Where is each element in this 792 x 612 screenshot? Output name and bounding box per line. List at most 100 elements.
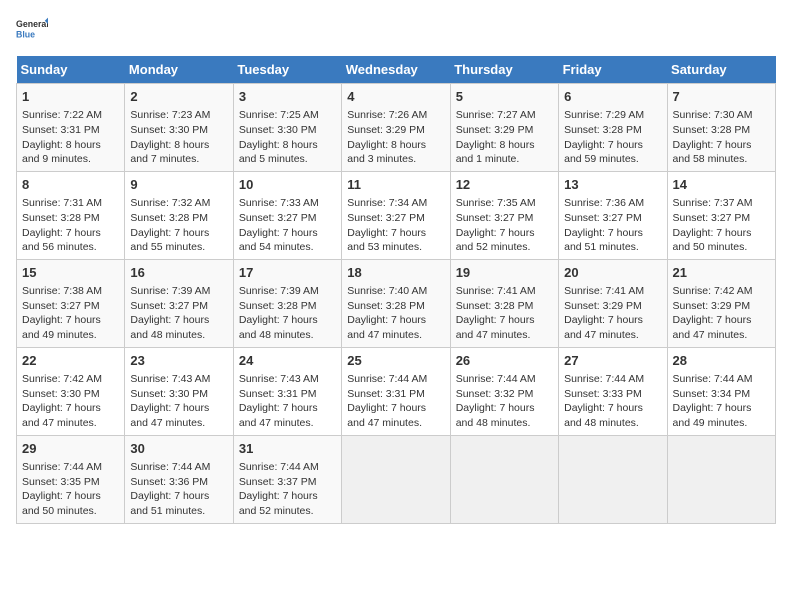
col-header-thursday: Thursday: [450, 56, 558, 84]
day-number: 7: [673, 88, 770, 106]
day-info: Sunrise: 7:37 AM Sunset: 3:27 PM Dayligh…: [673, 196, 770, 255]
day-info: Sunrise: 7:41 AM Sunset: 3:29 PM Dayligh…: [564, 284, 661, 343]
day-info: Sunrise: 7:38 AM Sunset: 3:27 PM Dayligh…: [22, 284, 119, 343]
day-number: 15: [22, 264, 119, 282]
calendar-cell: 18 Sunrise: 7:40 AM Sunset: 3:28 PM Dayli…: [342, 259, 450, 347]
day-info: Sunrise: 7:43 AM Sunset: 3:30 PM Dayligh…: [130, 372, 227, 431]
logo-icon: General Blue: [16, 16, 48, 48]
day-info: Sunrise: 7:42 AM Sunset: 3:29 PM Dayligh…: [673, 284, 770, 343]
day-info: Sunrise: 7:29 AM Sunset: 3:28 PM Dayligh…: [564, 108, 661, 167]
day-number: 31: [239, 440, 336, 458]
calendar-cell: 15 Sunrise: 7:38 AM Sunset: 3:27 PM Dayli…: [17, 259, 125, 347]
calendar-table: SundayMondayTuesdayWednesdayThursdayFrid…: [16, 56, 776, 524]
calendar-cell: 20 Sunrise: 7:41 AM Sunset: 3:29 PM Dayli…: [559, 259, 667, 347]
day-info: Sunrise: 7:44 AM Sunset: 3:32 PM Dayligh…: [456, 372, 553, 431]
day-info: Sunrise: 7:44 AM Sunset: 3:37 PM Dayligh…: [239, 460, 336, 519]
day-number: 14: [673, 176, 770, 194]
week-row-3: 15 Sunrise: 7:38 AM Sunset: 3:27 PM Dayli…: [17, 259, 776, 347]
logo: General Blue: [16, 16, 48, 48]
week-row-4: 22 Sunrise: 7:42 AM Sunset: 3:30 PM Dayli…: [17, 347, 776, 435]
day-number: 26: [456, 352, 553, 370]
col-header-sunday: Sunday: [17, 56, 125, 84]
day-info: Sunrise: 7:42 AM Sunset: 3:30 PM Dayligh…: [22, 372, 119, 431]
day-number: 6: [564, 88, 661, 106]
calendar-cell: 30 Sunrise: 7:44 AM Sunset: 3:36 PM Dayli…: [125, 435, 233, 523]
calendar-cell: 27 Sunrise: 7:44 AM Sunset: 3:33 PM Dayli…: [559, 347, 667, 435]
day-number: 5: [456, 88, 553, 106]
day-info: Sunrise: 7:44 AM Sunset: 3:36 PM Dayligh…: [130, 460, 227, 519]
day-info: Sunrise: 7:33 AM Sunset: 3:27 PM Dayligh…: [239, 196, 336, 255]
day-info: Sunrise: 7:39 AM Sunset: 3:27 PM Dayligh…: [130, 284, 227, 343]
day-info: Sunrise: 7:36 AM Sunset: 3:27 PM Dayligh…: [564, 196, 661, 255]
calendar-cell: 6 Sunrise: 7:29 AM Sunset: 3:28 PM Daylig…: [559, 84, 667, 172]
day-number: 2: [130, 88, 227, 106]
day-number: 24: [239, 352, 336, 370]
week-row-1: 1Sunrise: 7:22 AM Sunset: 3:31 PM Daylig…: [17, 84, 776, 172]
calendar-cell: 11 Sunrise: 7:34 AM Sunset: 3:27 PM Dayli…: [342, 171, 450, 259]
calendar-cell: [667, 435, 775, 523]
day-info: Sunrise: 7:44 AM Sunset: 3:31 PM Dayligh…: [347, 372, 444, 431]
day-number: 25: [347, 352, 444, 370]
calendar-cell: 26 Sunrise: 7:44 AM Sunset: 3:32 PM Dayli…: [450, 347, 558, 435]
svg-text:General: General: [16, 19, 48, 29]
calendar-cell: 16 Sunrise: 7:39 AM Sunset: 3:27 PM Dayli…: [125, 259, 233, 347]
col-header-saturday: Saturday: [667, 56, 775, 84]
calendar-cell: 29Sunrise: 7:44 AM Sunset: 3:35 PM Dayli…: [17, 435, 125, 523]
day-number: 20: [564, 264, 661, 282]
calendar-cell: 1Sunrise: 7:22 AM Sunset: 3:31 PM Daylig…: [17, 84, 125, 172]
day-info: Sunrise: 7:34 AM Sunset: 3:27 PM Dayligh…: [347, 196, 444, 255]
day-number: 19: [456, 264, 553, 282]
day-number: 4: [347, 88, 444, 106]
day-info: Sunrise: 7:43 AM Sunset: 3:31 PM Dayligh…: [239, 372, 336, 431]
calendar-cell: 21 Sunrise: 7:42 AM Sunset: 3:29 PM Dayli…: [667, 259, 775, 347]
day-info: Sunrise: 7:25 AM Sunset: 3:30 PM Dayligh…: [239, 108, 336, 167]
day-info: Sunrise: 7:40 AM Sunset: 3:28 PM Dayligh…: [347, 284, 444, 343]
day-info: Sunrise: 7:26 AM Sunset: 3:29 PM Dayligh…: [347, 108, 444, 167]
day-number: 28: [673, 352, 770, 370]
day-number: 23: [130, 352, 227, 370]
day-number: 11: [347, 176, 444, 194]
day-number: 3: [239, 88, 336, 106]
col-header-friday: Friday: [559, 56, 667, 84]
week-row-5: 29Sunrise: 7:44 AM Sunset: 3:35 PM Dayli…: [17, 435, 776, 523]
day-number: 1: [22, 88, 119, 106]
day-info: Sunrise: 7:35 AM Sunset: 3:27 PM Dayligh…: [456, 196, 553, 255]
calendar-cell: [342, 435, 450, 523]
day-number: 12: [456, 176, 553, 194]
calendar-cell: 12 Sunrise: 7:35 AM Sunset: 3:27 PM Dayli…: [450, 171, 558, 259]
calendar-cell: 9Sunrise: 7:32 AM Sunset: 3:28 PM Daylig…: [125, 171, 233, 259]
day-info: Sunrise: 7:39 AM Sunset: 3:28 PM Dayligh…: [239, 284, 336, 343]
calendar-cell: 17 Sunrise: 7:39 AM Sunset: 3:28 PM Dayli…: [233, 259, 341, 347]
calendar-cell: 28 Sunrise: 7:44 AM Sunset: 3:34 PM Dayli…: [667, 347, 775, 435]
calendar-cell: 5 Sunrise: 7:27 AM Sunset: 3:29 PM Daylig…: [450, 84, 558, 172]
calendar-cell: 19 Sunrise: 7:41 AM Sunset: 3:28 PM Dayli…: [450, 259, 558, 347]
calendar-cell: 4 Sunrise: 7:26 AM Sunset: 3:29 PM Daylig…: [342, 84, 450, 172]
day-number: 22: [22, 352, 119, 370]
day-number: 8: [22, 176, 119, 194]
calendar-cell: [450, 435, 558, 523]
day-info: Sunrise: 7:41 AM Sunset: 3:28 PM Dayligh…: [456, 284, 553, 343]
calendar-cell: 7 Sunrise: 7:30 AM Sunset: 3:28 PM Daylig…: [667, 84, 775, 172]
day-number: 27: [564, 352, 661, 370]
day-info: Sunrise: 7:44 AM Sunset: 3:33 PM Dayligh…: [564, 372, 661, 431]
day-number: 17: [239, 264, 336, 282]
day-number: 18: [347, 264, 444, 282]
day-info: Sunrise: 7:44 AM Sunset: 3:34 PM Dayligh…: [673, 372, 770, 431]
day-number: 30: [130, 440, 227, 458]
calendar-cell: 3 Sunrise: 7:25 AM Sunset: 3:30 PM Daylig…: [233, 84, 341, 172]
day-number: 16: [130, 264, 227, 282]
calendar-cell: 31 Sunrise: 7:44 AM Sunset: 3:37 PM Dayli…: [233, 435, 341, 523]
col-header-monday: Monday: [125, 56, 233, 84]
day-number: 21: [673, 264, 770, 282]
col-header-tuesday: Tuesday: [233, 56, 341, 84]
day-info: Sunrise: 7:31 AM Sunset: 3:28 PM Dayligh…: [22, 196, 119, 255]
day-info: Sunrise: 7:27 AM Sunset: 3:29 PM Dayligh…: [456, 108, 553, 167]
week-row-2: 8 Sunrise: 7:31 AM Sunset: 3:28 PM Daylig…: [17, 171, 776, 259]
col-header-wednesday: Wednesday: [342, 56, 450, 84]
day-number: 10: [239, 176, 336, 194]
day-info: Sunrise: 7:30 AM Sunset: 3:28 PM Dayligh…: [673, 108, 770, 167]
calendar-cell: 8 Sunrise: 7:31 AM Sunset: 3:28 PM Daylig…: [17, 171, 125, 259]
calendar-cell: 23 Sunrise: 7:43 AM Sunset: 3:30 PM Dayli…: [125, 347, 233, 435]
day-number: 13: [564, 176, 661, 194]
svg-text:Blue: Blue: [16, 30, 35, 40]
